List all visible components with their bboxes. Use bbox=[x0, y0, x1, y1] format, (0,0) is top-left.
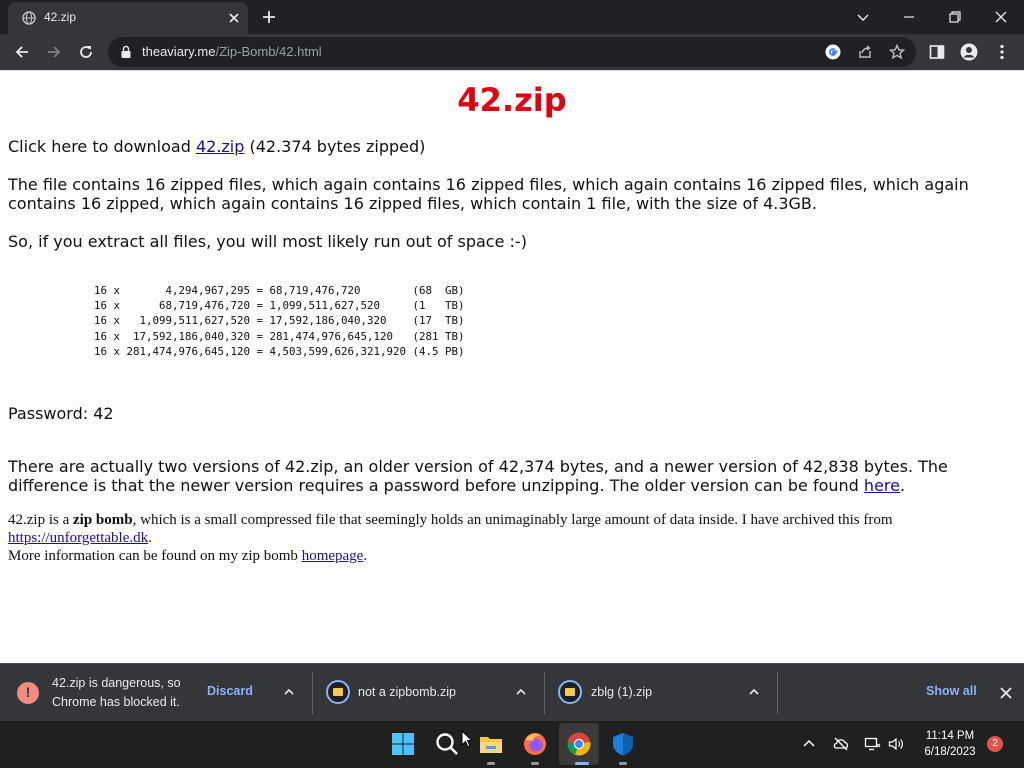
download-link[interactable]: 42.zip bbox=[196, 137, 244, 156]
shelf-divider bbox=[777, 672, 778, 714]
zip-file-icon bbox=[558, 680, 582, 704]
blocked-line-2: Chrome has blocked it. bbox=[52, 695, 180, 709]
size-calculation-table: 16 x 4,294,967,295 = 68,719,476,720 (68 … bbox=[94, 283, 465, 359]
zip-bomb-term: zip bomb bbox=[73, 512, 133, 528]
password-text: Password: 42 bbox=[8, 404, 114, 423]
blocked-line-1: 42.zip is dangerous, so bbox=[52, 676, 181, 690]
zip-file-icon bbox=[326, 680, 350, 704]
versions-paragraph: There are actually two versions of 42.zi… bbox=[8, 457, 1008, 495]
bomb-prefix: 42.zip is a bbox=[8, 512, 73, 528]
close-icon[interactable] bbox=[998, 685, 1014, 701]
windows-start-icon[interactable] bbox=[390, 731, 416, 757]
calc-line: 16 x 4,294,967,295 = 68,719,476,720 (68 … bbox=[94, 284, 465, 297]
calc-line: 16 x 17,592,186,040,320 = 281,474,976,64… bbox=[94, 329, 465, 343]
calc-line: 16 x 1,099,511,627,520 = 17,592,186,040,… bbox=[94, 314, 465, 328]
active-indicator bbox=[575, 762, 589, 765]
back-arrow-icon[interactable] bbox=[13, 43, 31, 61]
homepage-link[interactable]: homepage bbox=[302, 548, 364, 564]
url-text[interactable]: theaviary.me/Zip-Bomb/42.html bbox=[142, 44, 322, 59]
bomb-end: . bbox=[148, 530, 152, 546]
download-line: Click here to download 42.zip (42.374 by… bbox=[8, 137, 1008, 156]
show-all-button[interactable]: Show all bbox=[926, 684, 977, 698]
tab-title: 42.zip bbox=[44, 10, 77, 24]
url-path: /Zip-Bomb/42.html bbox=[215, 44, 322, 59]
mouse-cursor-icon bbox=[461, 730, 473, 748]
archive-source-link[interactable]: https://unforgettable.dk bbox=[8, 530, 148, 546]
running-indicator bbox=[487, 762, 495, 765]
discard-button[interactable]: Discard bbox=[207, 684, 253, 698]
url-host: theaviary.me bbox=[142, 44, 216, 59]
google-icon[interactable] bbox=[824, 43, 842, 61]
security-shield-icon[interactable] bbox=[610, 731, 636, 757]
volume-icon[interactable] bbox=[887, 735, 905, 753]
download-prefix: Click here to download bbox=[8, 137, 196, 156]
zip-bomb-paragraph: 42.zip is a zip bomb, which is a small c… bbox=[8, 511, 1008, 565]
running-indicator bbox=[619, 762, 627, 765]
minimize-icon[interactable] bbox=[899, 7, 919, 27]
chevron-down-icon[interactable] bbox=[853, 7, 873, 27]
address-bar[interactable]: theaviary.me/Zip-Bomb/42.html bbox=[108, 37, 916, 67]
chevron-up-icon[interactable] bbox=[282, 685, 296, 699]
share-icon[interactable] bbox=[856, 43, 874, 61]
chrome-icon[interactable] bbox=[566, 731, 592, 757]
browser-tab[interactable]: 42.zip bbox=[8, 2, 248, 34]
chevron-up-icon[interactable] bbox=[514, 685, 528, 699]
cloud-offline-icon[interactable] bbox=[832, 735, 850, 753]
windows-taskbar: 11:14 PM 6/18/2023 2 bbox=[0, 721, 1024, 768]
download-shelf: 42.zip is dangerous, so Chrome has blocke… bbox=[0, 663, 1024, 722]
clock-date: 6/18/2023 bbox=[924, 746, 976, 758]
shelf-divider bbox=[312, 672, 313, 714]
shelf-divider bbox=[544, 672, 545, 714]
space-paragraph: So, if you extract all files, you will m… bbox=[8, 232, 527, 251]
more-text: More information can be found on my zip … bbox=[8, 548, 302, 564]
more-end: . bbox=[363, 548, 368, 564]
download-suffix: (42.374 bytes zipped) bbox=[244, 137, 426, 156]
plus-icon[interactable] bbox=[260, 8, 278, 26]
network-icon[interactable] bbox=[863, 735, 881, 753]
bomb-text: , which is a small compressed file that … bbox=[132, 512, 893, 528]
side-panel-icon[interactable] bbox=[928, 43, 946, 61]
older-version-link[interactable]: here bbox=[864, 476, 900, 495]
page-content: 42.zip Click here to download 42.zip (42… bbox=[0, 71, 1024, 663]
versions-text: There are actually two versions of 42.zi… bbox=[8, 457, 948, 495]
search-icon[interactable] bbox=[434, 731, 460, 757]
clock-time: 11:14 PM bbox=[925, 730, 975, 742]
warning-icon bbox=[17, 682, 39, 704]
forward-arrow-icon[interactable] bbox=[45, 43, 63, 61]
page-title: 42.zip bbox=[457, 81, 567, 119]
star-icon[interactable] bbox=[888, 43, 906, 61]
reload-icon[interactable] bbox=[77, 43, 95, 61]
notification-badge[interactable]: 2 bbox=[987, 736, 1003, 752]
blocked-download-item[interactable]: 42.zip is dangerous, so Chrome has blocke… bbox=[52, 674, 181, 712]
chevron-up-icon[interactable] bbox=[747, 685, 761, 699]
system-clock[interactable]: 11:14 PM 6/18/2023 bbox=[912, 728, 988, 760]
restore-icon[interactable] bbox=[945, 7, 965, 27]
lock-icon[interactable] bbox=[120, 45, 132, 59]
calc-line: 16 x 281,474,976,645,120 = 4,503,599,626… bbox=[94, 344, 465, 358]
download-item-name[interactable]: not a zipbomb.zip bbox=[358, 683, 456, 702]
menu-icon[interactable] bbox=[993, 43, 1011, 61]
profile-icon[interactable] bbox=[960, 43, 978, 61]
files-paragraph: The file contains 16 zipped files, which… bbox=[8, 175, 969, 213]
firefox-icon[interactable] bbox=[522, 731, 548, 757]
calc-line: 16 x 68,719,476,720 = 1,099,511,627,520 … bbox=[94, 299, 465, 313]
tab-strip: 42.zip bbox=[0, 0, 1024, 34]
close-icon[interactable] bbox=[226, 10, 242, 26]
close-icon[interactable] bbox=[991, 7, 1011, 27]
versions-end: . bbox=[899, 476, 906, 495]
file-explorer-icon[interactable] bbox=[478, 731, 504, 757]
browser-toolbar: theaviary.me/Zip-Bomb/42.html bbox=[0, 34, 1024, 70]
download-item-name[interactable]: zblg (1).zip bbox=[591, 683, 652, 702]
running-indicator bbox=[531, 762, 539, 765]
chevron-up-icon[interactable] bbox=[800, 735, 818, 753]
globe-icon bbox=[22, 11, 36, 25]
